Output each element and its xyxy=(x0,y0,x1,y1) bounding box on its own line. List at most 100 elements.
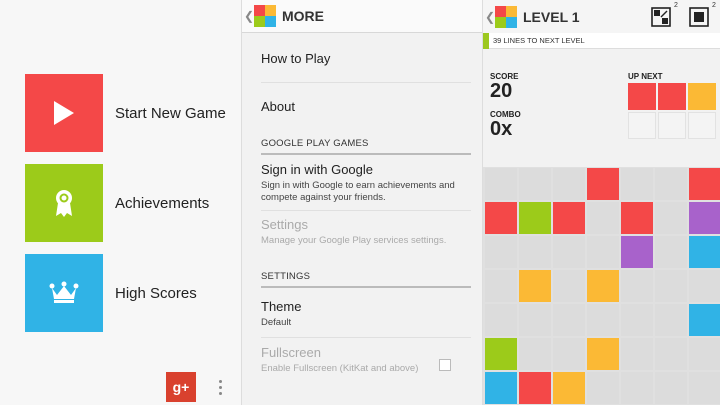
up-next-label: UP NEXT xyxy=(628,72,663,81)
lines-progress-bar: 39 LINES TO NEXT LEVEL xyxy=(483,32,720,49)
board-cell[interactable] xyxy=(655,168,687,200)
overflow-menu-icon[interactable] xyxy=(217,380,223,395)
sign-in-item[interactable]: Sign in with Google Sign in with Google … xyxy=(261,162,471,204)
crown-icon xyxy=(49,281,79,303)
board-cell[interactable] xyxy=(587,372,619,404)
board-cell[interactable] xyxy=(621,270,653,302)
main-menu-screen: Start New Game Achievements High Scores … xyxy=(0,0,241,405)
board-cell[interactable] xyxy=(519,304,551,336)
more-title: MORE xyxy=(282,8,324,24)
board-cell[interactable] xyxy=(621,236,653,268)
board-cell[interactable] xyxy=(621,338,653,370)
google-plus-button[interactable]: g+ xyxy=(166,372,196,402)
board-cell[interactable] xyxy=(689,304,720,336)
board-cell[interactable] xyxy=(519,168,551,200)
sign-in-title: Sign in with Google xyxy=(261,162,374,177)
divider xyxy=(261,210,471,211)
start-new-game-button[interactable]: Start New Game xyxy=(25,74,240,152)
board-cell[interactable] xyxy=(553,338,585,370)
board-cell[interactable] xyxy=(485,304,517,336)
board-cell[interactable] xyxy=(485,270,517,302)
game-screen: ❮ LEVEL 1 2 2 39 LINES TO NEXT LEVEL SCO… xyxy=(482,0,720,405)
board-cell[interactable] xyxy=(519,372,551,404)
board-cell[interactable] xyxy=(655,338,687,370)
board-cell[interactable] xyxy=(655,202,687,234)
board-cell[interactable] xyxy=(689,236,720,268)
board-cell[interactable] xyxy=(587,338,619,370)
board-cell[interactable] xyxy=(485,202,517,234)
board-cell[interactable] xyxy=(621,202,653,234)
board-cell[interactable] xyxy=(621,372,653,404)
board-cell[interactable] xyxy=(519,270,551,302)
board-cell[interactable] xyxy=(621,168,653,200)
high-scores-button[interactable]: High Scores xyxy=(25,254,240,332)
board-cell[interactable] xyxy=(655,236,687,268)
board-cell[interactable] xyxy=(519,236,551,268)
board-cell[interactable] xyxy=(655,270,687,302)
bomb-count: 2 xyxy=(712,2,716,9)
shuffle-count: 2 xyxy=(674,2,678,9)
board-cell[interactable] xyxy=(553,270,585,302)
board-cell[interactable] xyxy=(519,202,551,234)
board-cell[interactable] xyxy=(689,270,720,302)
game-board[interactable] xyxy=(483,167,720,405)
back-chevron-icon[interactable]: ❮ xyxy=(244,9,254,23)
board-cell[interactable] xyxy=(485,236,517,268)
app-logo-icon[interactable] xyxy=(254,5,276,27)
game-action-bar: ❮ LEVEL 1 xyxy=(483,0,720,33)
achievements-button[interactable]: Achievements xyxy=(25,164,240,242)
sign-in-subtitle: Sign in with Google to earn achievements… xyxy=(261,180,455,203)
board-cell[interactable] xyxy=(587,168,619,200)
achievements-tile xyxy=(25,164,103,242)
fullscreen-title: Fullscreen xyxy=(261,345,321,360)
lines-to-next-level: 39 LINES TO NEXT LEVEL xyxy=(493,36,585,45)
board-cell[interactable] xyxy=(553,202,585,234)
board-cell[interactable] xyxy=(587,304,619,336)
high-scores-label: High Scores xyxy=(115,284,197,302)
board-cell[interactable] xyxy=(689,372,720,404)
play-icon xyxy=(54,101,74,125)
app-logo-icon[interactable] xyxy=(495,5,517,28)
settings-header: SETTINGS xyxy=(261,271,471,288)
level-title: LEVEL 1 xyxy=(523,8,580,25)
board-cell[interactable] xyxy=(587,236,619,268)
board-cell[interactable] xyxy=(553,236,585,268)
board-cell[interactable] xyxy=(519,338,551,370)
how-to-play-item[interactable]: How to Play xyxy=(261,51,471,66)
start-tile xyxy=(25,74,103,152)
board-cell[interactable] xyxy=(655,304,687,336)
start-new-game-label: Start New Game xyxy=(115,104,226,122)
screenshot-collage: Start New Game Achievements High Scores … xyxy=(0,0,720,405)
high-scores-tile xyxy=(25,254,103,332)
back-chevron-icon[interactable]: ❮ xyxy=(485,10,495,24)
bomb-icon[interactable] xyxy=(689,7,709,27)
board-cell[interactable] xyxy=(485,372,517,404)
more-screen: ❮ MORE How to Play About GOOGLE PLAY GAM… xyxy=(241,0,482,405)
board-cell[interactable] xyxy=(689,168,720,200)
board-cell[interactable] xyxy=(553,304,585,336)
up-next-cell xyxy=(688,83,716,110)
board-cell[interactable] xyxy=(689,338,720,370)
board-cell[interactable] xyxy=(587,202,619,234)
more-action-bar: ❮ MORE xyxy=(242,0,482,33)
up-next-cell xyxy=(658,112,686,139)
board-cell[interactable] xyxy=(485,168,517,200)
fullscreen-item: Fullscreen Enable Fullscreen (KitKat and… xyxy=(261,345,431,375)
fullscreen-subtitle: Enable Fullscreen (KitKat and above) xyxy=(261,363,419,374)
board-cell[interactable] xyxy=(485,338,517,370)
shuffle-icon[interactable] xyxy=(651,7,671,27)
board-cell[interactable] xyxy=(553,372,585,404)
ribbon-icon xyxy=(56,190,72,217)
fullscreen-checkbox[interactable] xyxy=(439,359,451,371)
board-cell[interactable] xyxy=(553,168,585,200)
lines-accent xyxy=(483,32,489,49)
divider xyxy=(261,82,471,83)
divider xyxy=(261,337,471,338)
board-cell[interactable] xyxy=(655,372,687,404)
gps-settings-subtitle: Manage your Google Play services setting… xyxy=(261,235,447,246)
theme-item[interactable]: Theme Default xyxy=(261,299,471,329)
about-item[interactable]: About xyxy=(261,99,471,114)
board-cell[interactable] xyxy=(587,270,619,302)
board-cell[interactable] xyxy=(621,304,653,336)
board-cell[interactable] xyxy=(689,202,720,234)
